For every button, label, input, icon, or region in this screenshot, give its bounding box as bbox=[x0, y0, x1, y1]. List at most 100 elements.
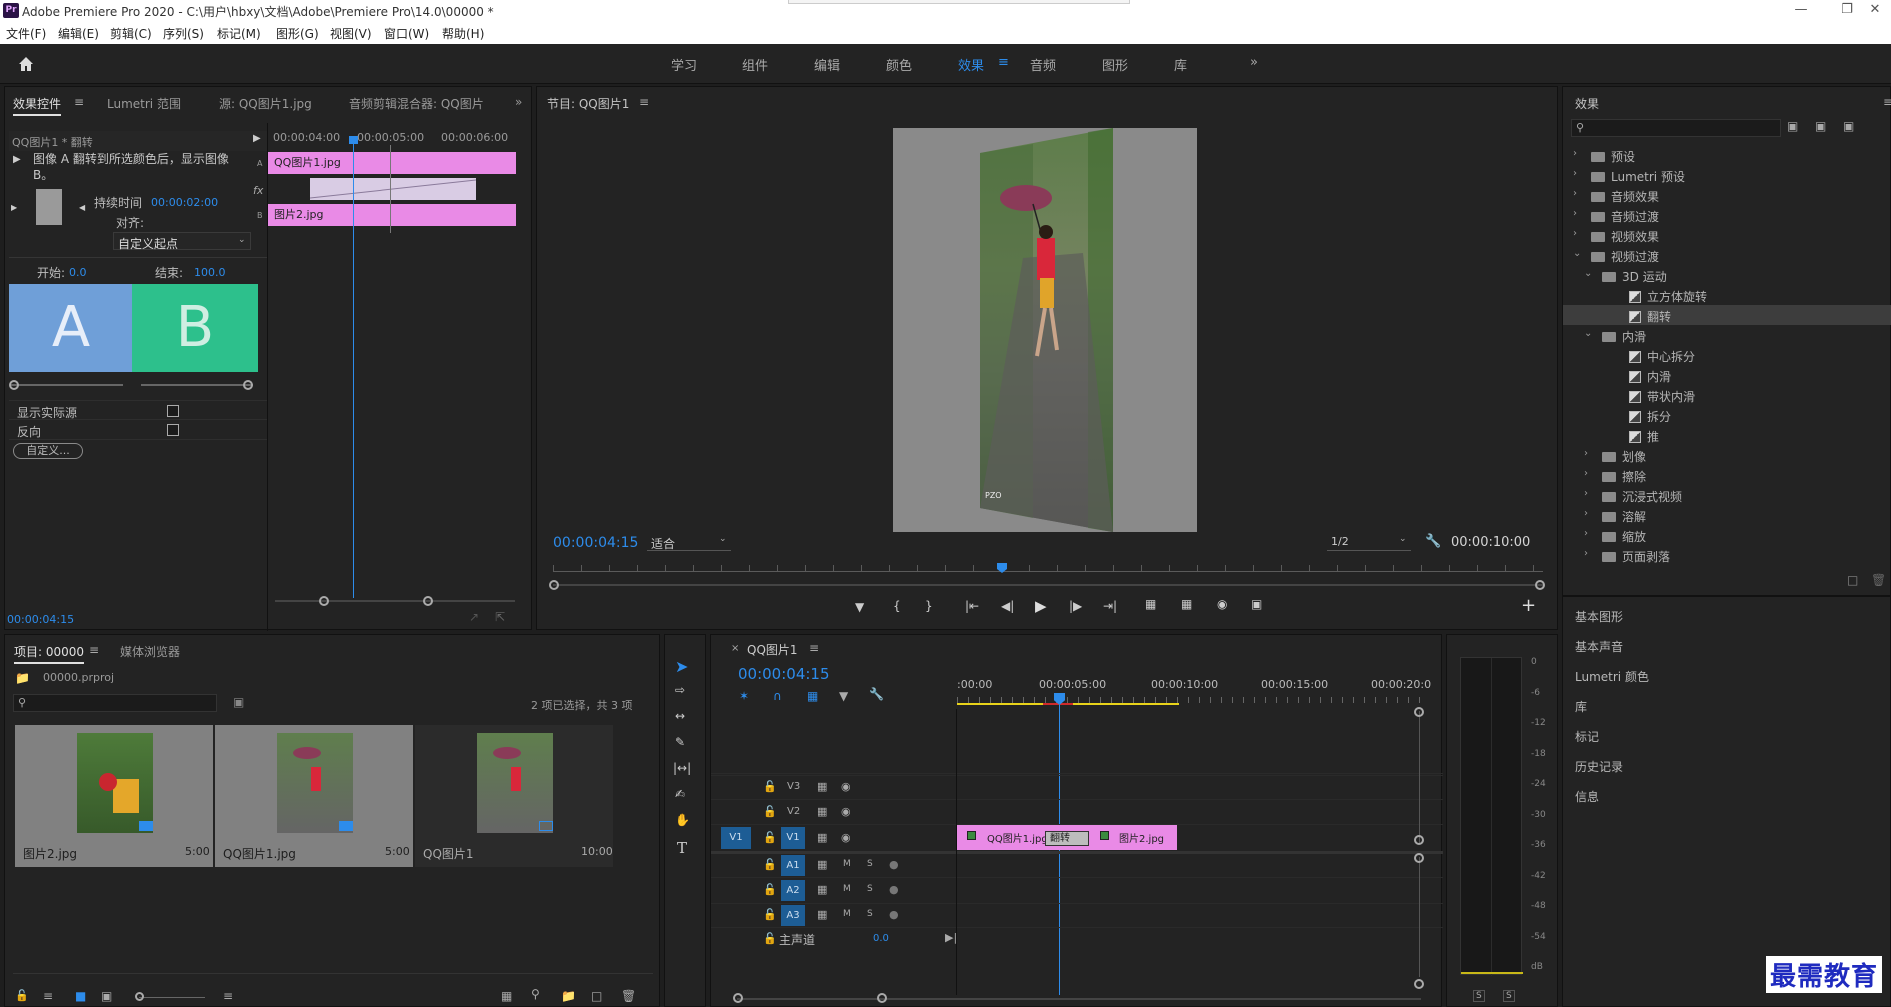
accelerated-effects-icon[interactable]: ▣ bbox=[1787, 119, 1798, 133]
menu-help[interactable]: 帮助(H) bbox=[442, 25, 484, 42]
trash-icon[interactable]: 🗑 bbox=[621, 989, 636, 1003]
sort-icon[interactable]: ≡ bbox=[223, 989, 233, 1003]
fit-dropdown[interactable]: 适合 ⌄ bbox=[647, 533, 731, 551]
hand-tool-icon[interactable]: ✋ bbox=[675, 813, 690, 827]
add-button-icon[interactable]: + bbox=[1521, 595, 1536, 616]
program-menu-icon[interactable]: ≡ bbox=[639, 95, 649, 109]
chevron-down-icon[interactable]: ⌄ bbox=[1584, 328, 1592, 339]
timeline-clip-2[interactable]: 图片2.jpg bbox=[1119, 830, 1164, 845]
sequence-tab[interactable]: QQ图片1 bbox=[747, 641, 798, 658]
effects-tree-item[interactable]: › 擦除 bbox=[1563, 465, 1891, 485]
thumb-left-arrow-icon[interactable]: ▶ bbox=[11, 203, 17, 212]
find-icon[interactable]: ▣ bbox=[233, 695, 244, 709]
section-lumetri-color[interactable]: Lumetri 颜色 bbox=[1575, 668, 1649, 685]
chevron-right-icon[interactable]: › bbox=[1573, 168, 1577, 179]
snap-icon[interactable]: ∩ bbox=[773, 689, 782, 703]
mark-in-icon[interactable]: { bbox=[893, 599, 901, 613]
microphone-icon[interactable]: ● bbox=[889, 883, 899, 896]
lock-icon[interactable]: 🔓 bbox=[763, 780, 777, 793]
effects-tree-item[interactable]: 翻转 bbox=[1563, 305, 1891, 325]
mini-scroll-handle-right[interactable] bbox=[423, 596, 433, 606]
custom-button[interactable]: 自定义... bbox=[13, 443, 83, 459]
lock-icon[interactable]: 🔓 bbox=[763, 883, 777, 896]
effects-tree-item[interactable]: 推 bbox=[1563, 425, 1891, 445]
program-scrubber[interactable] bbox=[553, 571, 1543, 572]
go-to-edit-icon[interactable]: ▶| bbox=[945, 931, 957, 944]
tab-source[interactable]: 源: QQ图片1.jpg bbox=[219, 95, 312, 112]
sync-lock-icon[interactable]: ▦ bbox=[817, 780, 827, 793]
microphone-icon[interactable]: ● bbox=[889, 858, 899, 871]
mute-button[interactable]: M bbox=[843, 909, 851, 919]
scroll-handle[interactable] bbox=[1414, 853, 1424, 863]
project-menu-icon[interactable]: ≡ bbox=[89, 643, 99, 657]
yuv-effects-icon[interactable]: ▣ bbox=[1843, 119, 1854, 133]
workspace-graphics[interactable]: 图形 bbox=[1102, 55, 1128, 74]
compare-icon[interactable]: ▣ bbox=[1251, 597, 1262, 611]
chevron-right-icon[interactable]: › bbox=[1584, 548, 1588, 559]
start-slider-handle[interactable] bbox=[9, 380, 19, 390]
chevron-right-icon[interactable]: › bbox=[1573, 148, 1577, 159]
mark-out-icon[interactable]: } bbox=[925, 599, 933, 613]
end-value[interactable]: 100.0 bbox=[194, 266, 226, 279]
project-search-input[interactable]: ⚲ bbox=[13, 694, 217, 712]
effects-tree-item[interactable]: 立方体旋转 bbox=[1563, 285, 1891, 305]
eye-icon[interactable]: ◉ bbox=[841, 805, 851, 818]
scroll-handle[interactable] bbox=[1414, 835, 1424, 845]
track-label-a1[interactable]: A1 bbox=[781, 855, 805, 876]
timeline-settings-icon[interactable]: 🔧 bbox=[869, 687, 884, 701]
play-arrow-icon[interactable]: ▶ bbox=[253, 133, 261, 144]
sync-lock-icon[interactable]: ▦ bbox=[817, 858, 827, 871]
add-marker-icon[interactable]: ▼ bbox=[855, 600, 864, 614]
extract-icon[interactable]: ▦ bbox=[1181, 597, 1192, 611]
new-bin-icon[interactable]: 📁 bbox=[561, 989, 576, 1003]
chevron-right-icon[interactable]: › bbox=[1584, 528, 1588, 539]
chevron-right-icon[interactable]: › bbox=[1584, 488, 1588, 499]
effects-tree-item[interactable]: › 页面剥落 bbox=[1563, 545, 1891, 565]
h-scroll-handle-right[interactable] bbox=[877, 993, 887, 1003]
workspace-effects[interactable]: 效果 bbox=[958, 55, 984, 74]
zoom-handle-right[interactable] bbox=[1535, 580, 1545, 590]
lock-icon[interactable]: 🔓 bbox=[763, 932, 777, 945]
home-icon[interactable] bbox=[16, 54, 36, 74]
solo-right-button[interactable]: S bbox=[1503, 990, 1515, 1002]
menu-file[interactable]: 文件(F) bbox=[6, 25, 46, 42]
go-to-out-icon[interactable]: ⇥| bbox=[1103, 599, 1117, 613]
timeline-clip-1[interactable]: QQ图片1.jpg bbox=[987, 830, 1048, 845]
effects-tree-item[interactable]: ⌄ 内滑 bbox=[1563, 325, 1891, 345]
chevron-right-icon[interactable]: › bbox=[1584, 468, 1588, 479]
menu-window[interactable]: 窗口(W) bbox=[384, 25, 429, 42]
mini-scroll-handle-left[interactable] bbox=[319, 596, 329, 606]
solo-left-button[interactable]: S bbox=[1473, 990, 1485, 1002]
share-icon[interactable]: ⇱ bbox=[495, 610, 505, 624]
new-bin-icon[interactable]: □ bbox=[1847, 573, 1858, 587]
workspace-color[interactable]: 颜色 bbox=[886, 55, 912, 74]
show-source-checkbox[interactable] bbox=[167, 405, 179, 417]
audio-scroll-bar[interactable] bbox=[1419, 857, 1420, 977]
effect-controls-timecode[interactable]: 00:00:04:15 bbox=[7, 613, 74, 626]
chevron-down-icon[interactable]: ⌄ bbox=[1573, 248, 1581, 259]
effects-tree-item[interactable]: ⌄ 3D 运动 bbox=[1563, 265, 1891, 285]
scroll-handle[interactable] bbox=[1414, 707, 1424, 717]
scroll-handle[interactable] bbox=[1414, 979, 1424, 989]
32bit-effects-icon[interactable]: ▣ bbox=[1815, 119, 1826, 133]
effects-tree-item[interactable]: 拆分 bbox=[1563, 405, 1891, 425]
end-slider[interactable] bbox=[141, 384, 253, 386]
menu-marker[interactable]: 标记(M) bbox=[217, 25, 261, 42]
reverse-checkbox[interactable] bbox=[167, 424, 179, 436]
mini-scroll-bar[interactable] bbox=[275, 600, 515, 602]
chevron-right-icon[interactable]: › bbox=[1573, 208, 1577, 219]
section-essential-graphics[interactable]: 基本图形 bbox=[1575, 608, 1623, 625]
workspace-libraries[interactable]: 库 bbox=[1174, 55, 1187, 74]
mini-clip-b[interactable]: 图片2.jpg bbox=[268, 204, 516, 226]
step-back-icon[interactable]: ◀| bbox=[1001, 599, 1014, 613]
track-label-v1[interactable]: V1 bbox=[781, 827, 805, 849]
list-view-icon[interactable]: ≡ bbox=[43, 989, 53, 1003]
step-forward-icon[interactable]: |▶ bbox=[1069, 599, 1082, 613]
lift-icon[interactable]: ▦ bbox=[1145, 597, 1156, 611]
start-slider[interactable] bbox=[11, 384, 123, 386]
effects-tree-item[interactable]: › 缩放 bbox=[1563, 525, 1891, 545]
close-sequence-icon[interactable]: × bbox=[731, 643, 739, 654]
effects-menu-icon[interactable]: ≡ bbox=[1883, 95, 1891, 109]
chevron-right-icon[interactable]: › bbox=[1584, 508, 1588, 519]
type-tool-icon[interactable]: T bbox=[677, 839, 687, 857]
